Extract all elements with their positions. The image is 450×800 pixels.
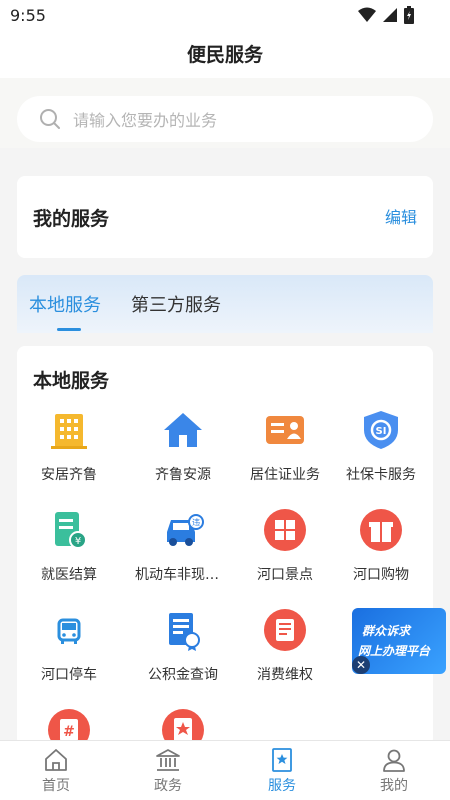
search-input[interactable]: 请输入您要办的业务 xyxy=(17,96,433,142)
service-label: 消费维权 xyxy=(257,667,313,683)
id-card-icon xyxy=(266,416,304,444)
nav-item-home[interactable]: 首页 xyxy=(16,745,96,799)
service-item-social-security-card[interactable]: SI 社保卡服务 xyxy=(329,408,433,498)
nav-item-services[interactable]: 服务 xyxy=(242,745,322,799)
service-item-anju-qilu[interactable]: 安居齐鲁 xyxy=(17,408,121,498)
bus-parking-icon xyxy=(57,618,81,644)
service-label: 安居齐鲁 xyxy=(41,467,97,483)
search-placeholder: 请输入您要办的业务 xyxy=(73,111,218,130)
service-label: 河口停车 xyxy=(41,667,97,683)
status-icons xyxy=(358,6,414,24)
local-services-title: 本地服务 xyxy=(33,370,110,392)
svg-text:违: 违 xyxy=(192,518,200,527)
banner-line1: 群众诉求 xyxy=(362,624,411,638)
local-services-card: 本地服务 安居齐鲁 齐鲁安源 居住证业务 SI 社保卡服务 ¥ 就医结算 违 机… xyxy=(17,346,433,746)
bottom-nav: 首页 政务 服务 我的 xyxy=(0,740,450,800)
service-item-consumer-rights[interactable]: 消费维权 xyxy=(233,608,337,698)
service-item-qilu-anyuan[interactable]: 齐鲁安源 xyxy=(131,408,235,498)
service-label: 公积金查询 xyxy=(148,667,218,683)
provident-fund-icon xyxy=(169,613,200,651)
service-item-vehicle-violation[interactable]: 违 机动车非现场... xyxy=(131,508,235,598)
home-icon xyxy=(45,749,67,771)
service-label: 居住证业务 xyxy=(250,467,320,483)
service-label: 就医结算 xyxy=(41,567,97,583)
edit-button[interactable]: 编辑 xyxy=(385,204,417,228)
service-label: 齐鲁安源 xyxy=(155,467,211,483)
nav-label: 服务 xyxy=(268,778,296,794)
service-label: 社保卡服务 xyxy=(346,467,416,483)
my-services-card: 我的服务 编辑 xyxy=(17,176,433,258)
tab-local-services[interactable]: 本地服务 xyxy=(29,291,101,317)
service-item-hekou-parking[interactable]: 河口停车 xyxy=(17,608,121,698)
status-time: 9:55 xyxy=(10,6,46,25)
government-building-icon xyxy=(156,749,180,771)
svg-text:¥: ¥ xyxy=(75,536,81,547)
service-item-provident-fund[interactable]: 公积金查询 xyxy=(131,608,235,698)
battery-icon xyxy=(404,6,414,24)
svg-text:#: # xyxy=(63,724,75,740)
user-icon xyxy=(383,749,405,772)
gift-shopping-icon xyxy=(360,509,402,551)
my-services-title: 我的服务 xyxy=(33,208,110,230)
tab-third-party-services[interactable]: 第三方服务 xyxy=(131,291,221,317)
building-icon xyxy=(51,414,87,449)
nav-item-government[interactable]: 政务 xyxy=(128,745,208,799)
svg-text:SI: SI xyxy=(376,426,387,437)
page-header: 便民服务 xyxy=(0,32,450,78)
search-area: 请输入您要办的业务 xyxy=(0,78,450,148)
service-item-medical-settlement[interactable]: ¥ 就医结算 xyxy=(17,508,121,598)
service-item-hekou-scenic[interactable]: 河口景点 xyxy=(233,508,337,598)
house-icon xyxy=(164,413,202,447)
service-bookmark-icon xyxy=(272,748,292,772)
search-icon xyxy=(40,109,60,129)
medical-bill-icon: ¥ xyxy=(55,512,87,549)
nav-label: 首页 xyxy=(42,778,70,794)
service-item-hekou-shopping[interactable]: 河口购物 xyxy=(329,508,433,598)
service-tabs: 本地服务 第三方服务 xyxy=(17,275,433,333)
service-item-residence-permit[interactable]: 居住证业务 xyxy=(233,408,337,498)
banner-close-icon[interactable]: ✕ xyxy=(352,656,370,674)
nav-item-mine[interactable]: 我的 xyxy=(354,745,434,799)
page-title: 便民服务 xyxy=(186,44,263,66)
nav-label: 政务 xyxy=(154,778,182,794)
social-security-shield-icon: SI xyxy=(364,411,398,449)
car-violation-icon: 违 xyxy=(167,514,204,546)
service-label: 机动车非现场... xyxy=(135,567,233,583)
banner-line2: 网上办理平台 xyxy=(358,644,431,658)
nav-label: 我的 xyxy=(380,778,408,794)
scenic-spot-icon xyxy=(264,509,306,551)
tab-active-indicator xyxy=(57,328,81,331)
signal-icon xyxy=(383,8,397,22)
consumer-rights-icon xyxy=(264,609,306,651)
service-label: 河口购物 xyxy=(353,567,409,583)
service-label: 河口景点 xyxy=(257,567,313,583)
wifi-icon xyxy=(358,7,376,22)
status-bar: 9:55 xyxy=(0,0,450,32)
